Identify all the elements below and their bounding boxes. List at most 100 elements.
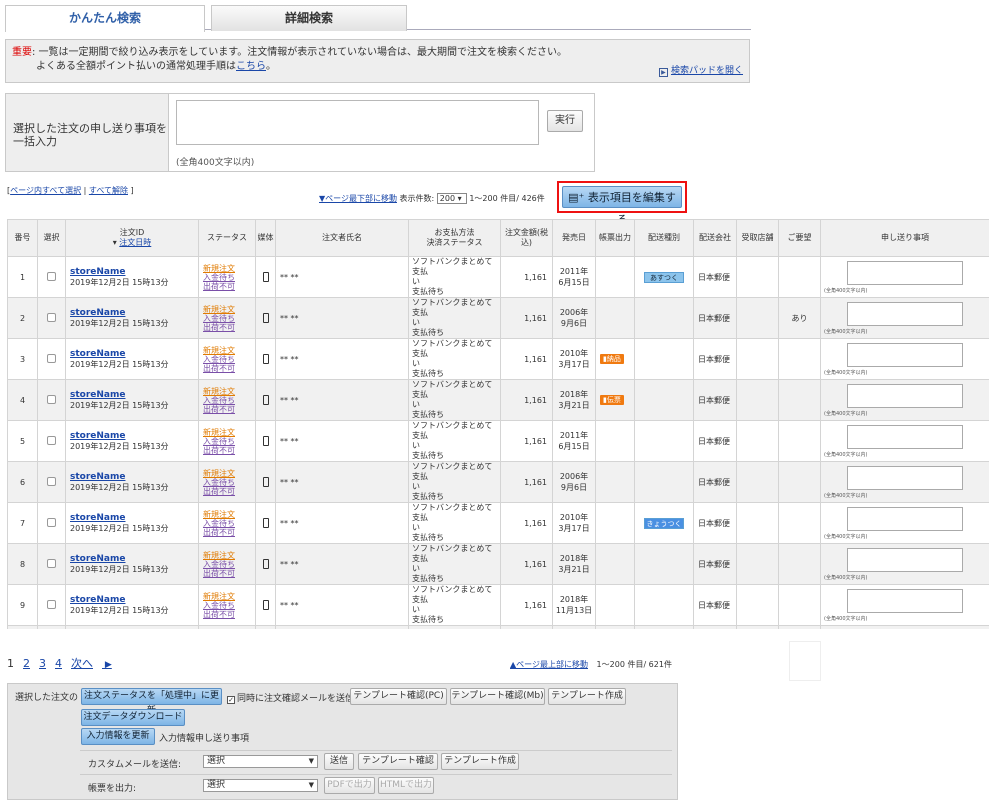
custom-mail-select[interactable]: 選択 ▼: [203, 755, 318, 768]
row-checkbox[interactable]: [47, 435, 56, 445]
status-shipping-link[interactable]: 出荷不可: [203, 446, 255, 455]
template-confirm-pc-button[interactable]: テンプレート確認(PC): [350, 688, 447, 705]
status-new-link[interactable]: 新規注文: [203, 469, 255, 478]
order-store-link[interactable]: storeName: [70, 472, 125, 482]
checked-icon[interactable]: ✓: [227, 696, 235, 704]
status-payment-link[interactable]: 入金待ち: [203, 560, 255, 569]
order-store-link[interactable]: storeName: [70, 595, 125, 605]
status-new-link[interactable]: 新規注文: [203, 387, 255, 396]
update-input-button[interactable]: 入力情報を更新: [81, 728, 155, 745]
status-payment-link[interactable]: 入金待ち: [203, 314, 255, 323]
payment-method-cont: い: [412, 441, 420, 450]
release-year: 2006年: [559, 308, 589, 317]
media-cell: [255, 420, 276, 462]
send-mail-checkbox-wrap[interactable]: ✓ 同時に注文確認メールを送信: [227, 691, 354, 704]
page-link-2[interactable]: 2: [23, 657, 30, 670]
form-output-cell: [595, 461, 635, 503]
row-memo-input[interactable]: [847, 424, 963, 449]
status-shipping-link[interactable]: 出荷不可: [203, 323, 255, 332]
status-new-link[interactable]: 新規注文: [203, 305, 255, 314]
order-store-link[interactable]: storeName: [70, 390, 125, 400]
status-payment-link[interactable]: 入金待ち: [203, 601, 255, 610]
page-link-4[interactable]: 4: [55, 657, 62, 670]
order-amount: 1,161: [500, 502, 553, 544]
row-memo-input[interactable]: [847, 383, 963, 408]
select-all-link[interactable]: ページ内すべて選択: [10, 186, 81, 195]
status-payment-link[interactable]: 入金待ち: [203, 355, 255, 364]
run-button[interactable]: 実行: [547, 110, 583, 132]
row-memo-input[interactable]: [847, 506, 963, 531]
status-shipping-link[interactable]: 出荷不可: [203, 610, 255, 619]
order-store-link[interactable]: storeName: [70, 431, 125, 441]
template-confirm-mb-button[interactable]: テンプレート確認(Mb): [450, 688, 545, 705]
row-memo-input[interactable]: [847, 301, 963, 326]
status-payment-link[interactable]: 入金待ち: [203, 519, 255, 528]
row-memo-input[interactable]: [847, 465, 963, 490]
status-payment-link[interactable]: 入金待ち: [203, 478, 255, 487]
status-shipping-link[interactable]: 出荷不可: [203, 528, 255, 537]
media-cell: [255, 625, 276, 629]
row-memo-input[interactable]: [847, 260, 963, 285]
order-store-link[interactable]: storeName: [70, 308, 125, 318]
clear-all-link[interactable]: すべて解除: [89, 186, 128, 195]
status-shipping-link[interactable]: 出荷不可: [203, 405, 255, 414]
bulk-memo-textarea[interactable]: [176, 100, 539, 145]
update-status-button[interactable]: 注文ステータスを「処理中」に更新: [81, 688, 222, 716]
order-store-link[interactable]: storeName: [70, 554, 125, 564]
status-shipping-link[interactable]: 出荷不可: [203, 569, 255, 578]
status-shipping-link[interactable]: 出荷不可: [203, 282, 255, 291]
release-day: 9月6日: [560, 483, 588, 492]
tab-detail-search[interactable]: 詳細検索: [211, 5, 407, 31]
status-new-link[interactable]: 新規注文: [203, 510, 255, 519]
status-new-link[interactable]: 新規注文: [203, 346, 255, 355]
status-payment-link[interactable]: 入金待ち: [203, 396, 255, 405]
template-confirm-button[interactable]: テンプレート確認: [358, 753, 438, 770]
open-search-panel-link[interactable]: ▶ 検索パッドを開く: [658, 64, 743, 78]
next-page-link[interactable]: 次へ ▶: [71, 657, 121, 670]
form-output-select[interactable]: 選択 ▼: [203, 779, 318, 792]
status-new-link[interactable]: 新規注文: [203, 428, 255, 437]
row-checkbox[interactable]: [47, 517, 56, 527]
template-create-button-2[interactable]: テンプレート作成: [441, 753, 519, 770]
smartphone-icon: [262, 313, 269, 323]
order-store-link[interactable]: storeName: [70, 513, 125, 523]
goto-bottom-link[interactable]: ▼ページ最下部に移動: [319, 194, 397, 203]
status-new-link[interactable]: 新規注文: [203, 264, 255, 273]
row-checkbox[interactable]: [47, 271, 56, 281]
goto-top-link[interactable]: ▲ページ最上部に移動: [510, 660, 588, 669]
send-button[interactable]: 送信: [324, 753, 354, 770]
status-shipping-link[interactable]: 出荷不可: [203, 487, 255, 496]
row-number: 3: [7, 338, 38, 380]
download-order-data-button[interactable]: 注文データダウンロード: [81, 709, 185, 726]
status-new-link[interactable]: 新規注文: [203, 592, 255, 601]
row-checkbox[interactable]: [47, 312, 56, 322]
status-payment-link[interactable]: 入金待ち: [203, 273, 255, 282]
page-link-3[interactable]: 3: [39, 657, 46, 670]
payment-status: 支払待ち: [412, 451, 444, 460]
row-number: [7, 625, 38, 629]
html-output-button[interactable]: HTMLで出力: [378, 777, 434, 794]
procedure-link[interactable]: こちら: [236, 61, 266, 72]
row-memo-input[interactable]: [847, 342, 963, 367]
template-create-button[interactable]: テンプレート作成: [548, 688, 626, 705]
edit-columns-button[interactable]: ▤⁺ 表示項目を編集する: [562, 186, 682, 226]
status-payment-link[interactable]: 入金待ち: [203, 437, 255, 446]
row-select-cell: [37, 461, 66, 503]
status-new-link[interactable]: 新規注文: [203, 551, 255, 560]
per-page-select[interactable]: 200 ▾: [436, 193, 467, 204]
tab-simple-search[interactable]: かんたん検索: [5, 5, 205, 32]
row-checkbox[interactable]: [47, 558, 56, 568]
row-checkbox[interactable]: [47, 394, 56, 404]
order-store-link[interactable]: storeName: [70, 267, 125, 277]
pdf-output-button[interactable]: PDFで出力: [324, 777, 375, 794]
status-shipping-link[interactable]: 出荷不可: [203, 364, 255, 373]
row-checkbox[interactable]: [47, 476, 56, 486]
sort-order-date-link[interactable]: 注文日時: [119, 238, 151, 247]
status-cell: 新規注文 入金待ち 出荷不可: [198, 543, 256, 585]
row-checkbox[interactable]: [47, 599, 56, 609]
row-memo-input[interactable]: [847, 547, 963, 572]
row-checkbox[interactable]: [47, 353, 56, 363]
row-memo-input[interactable]: [847, 588, 963, 613]
order-store-link[interactable]: storeName: [70, 349, 125, 359]
release-day: 3月17日: [558, 524, 590, 533]
